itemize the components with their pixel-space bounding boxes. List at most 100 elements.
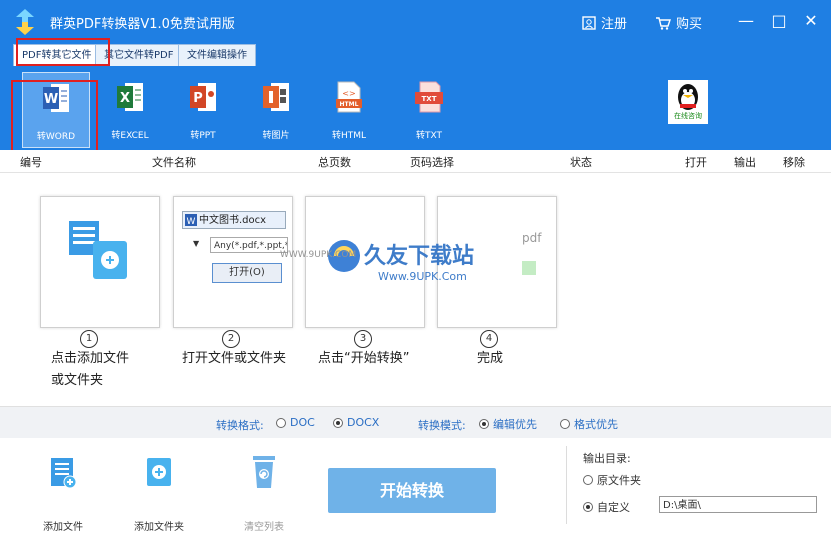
register-label: 注册 <box>601 17 628 32</box>
dialog-filename: 中文图书.docx <box>182 211 286 229</box>
html-icon: <> HTML <box>336 81 362 113</box>
add-file-folder-icon <box>69 221 127 279</box>
output-title: 输出目录: <box>583 452 631 465</box>
add-folder-icon <box>147 458 171 486</box>
mode-format-first-radio[interactable]: 格式优先 <box>560 416 618 432</box>
qq-penguin-icon <box>678 84 698 110</box>
tab-file-edit[interactable]: 文件编辑操作 <box>178 44 256 66</box>
file-list-header: 编号 文件名称 总页数 页码选择 状态 打开 输出 移除 <box>0 150 831 173</box>
convert-image-button[interactable]: 转图片 <box>243 72 309 146</box>
word-highlight-frame <box>11 80 98 155</box>
txt-icon: TXT <box>415 81 443 113</box>
mode-edit-first-radio[interactable]: 编辑优先 <box>479 416 537 432</box>
mode-format-first-label: 格式优先 <box>574 418 618 431</box>
step-number-2: 2 <box>222 330 240 348</box>
radio-dot <box>276 417 286 428</box>
maximize-button[interactable]: □ <box>766 8 792 34</box>
step-text-3: 点击“开始转换” <box>318 351 410 366</box>
format-label: 转换格式: <box>216 419 264 432</box>
online-consult-button[interactable]: 在线咨询 <box>668 80 708 124</box>
convert-txt-label: 转TXT <box>415 131 442 141</box>
output-path-input[interactable]: D:\桌面\ <box>659 496 817 513</box>
minimize-button[interactable]: — <box>733 8 759 34</box>
add-folder-button[interactable]: 添加文件夹 <box>124 454 194 533</box>
register-button[interactable]: 注册 <box>582 13 627 32</box>
convert-ppt-label: 转PPT <box>190 131 216 141</box>
tab-bar: PDF转其它文件 其它文件转PDF 文件编辑操作 <box>0 38 831 66</box>
step-text-2: 打开文件或文件夹 <box>182 351 287 366</box>
register-icon <box>582 15 596 30</box>
format-docx-label: DOCX <box>347 416 380 429</box>
buy-button[interactable]: 购买 <box>655 13 702 32</box>
radio-dot <box>560 419 570 429</box>
app-title: 群英PDF转换器V1.0免费试用版 <box>50 17 235 32</box>
step-number-1: 1 <box>80 330 98 348</box>
docx-file-icon: W <box>185 214 197 226</box>
step-text-4: 完成 <box>477 351 504 366</box>
mode-edit-first-label: 编辑优先 <box>493 418 537 431</box>
convert-txt-button[interactable]: TXT 转TXT <box>396 72 462 146</box>
format-docx-radio[interactable]: DOCX <box>333 416 379 429</box>
col-total-pages: 总页数 <box>318 156 351 169</box>
convert-ppt-button[interactable]: P 转PPT <box>170 72 236 146</box>
highlight-frame <box>16 38 110 66</box>
convert-html-button[interactable]: <> HTML 转HTML <box>316 72 382 146</box>
radio-dot-selected <box>583 502 593 512</box>
step-card-open: 中文图书.docx W ▼ Any(*.pdf,*.ppt,* 打开(O) <box>173 196 293 328</box>
output-custom-label: 自定义 <box>597 501 630 514</box>
add-file-icon <box>51 458 77 489</box>
trash-icon <box>253 456 275 488</box>
output-original-radio[interactable]: 原文件夹 <box>583 472 641 488</box>
clear-list-label: 清空列表 <box>244 522 284 533</box>
svg-text:P: P <box>193 91 203 106</box>
col-filename: 文件名称 <box>152 156 196 169</box>
step-card-add[interactable] <box>40 196 160 328</box>
svg-text:TXT: TXT <box>422 95 437 103</box>
online-consult-label: 在线咨询 <box>674 112 702 120</box>
watermark-url: Www.9UPK.Com <box>378 270 467 283</box>
col-status: 状态 <box>570 156 592 169</box>
col-remove: 移除 <box>783 156 805 169</box>
step-text-1: 点击添加文件 <box>51 351 130 366</box>
start-convert-button[interactable]: 开始转换 <box>328 468 496 513</box>
svg-text:HTML: HTML <box>340 101 359 108</box>
col-open: 打开 <box>685 156 707 169</box>
app-logo-icon <box>16 9 34 35</box>
dialog-filter: Any(*.pdf,*.ppt,* <box>210 237 288 253</box>
add-file-button[interactable]: 添加文件 <box>28 454 98 533</box>
convert-excel-label: 转EXCEL <box>111 131 149 141</box>
ppt-icon: P <box>190 83 216 111</box>
col-number: 编号 <box>20 156 42 169</box>
clear-list-button[interactable]: 清空列表 <box>229 454 299 533</box>
svg-text:X: X <box>120 91 130 106</box>
step-text-1b: 或文件夹 <box>51 373 104 388</box>
radio-dot-selected <box>479 419 489 429</box>
convert-html-label: 转HTML <box>331 131 367 141</box>
output-original-label: 原文件夹 <box>597 474 641 487</box>
svg-text:W: W <box>187 217 196 226</box>
convert-excel-button[interactable]: X 转EXCEL <box>97 72 163 146</box>
radio-dot-selected <box>333 417 343 428</box>
step-number-3: 3 <box>354 330 372 348</box>
add-folder-label: 添加文件夹 <box>134 522 184 533</box>
col-page-select: 页码选择 <box>410 156 454 169</box>
output-custom-radio[interactable]: 自定义 <box>583 499 630 515</box>
col-output: 输出 <box>734 156 756 169</box>
buy-label: 购买 <box>676 17 703 32</box>
close-button[interactable]: ✕ <box>798 8 824 34</box>
options-bar: 转换格式: DOC DOCX 转换模式: 编辑优先 格式优先 <box>0 406 831 439</box>
watermark: 久友下载站 Www.9UPK.Com WWW.9UPK.COM <box>280 230 540 294</box>
add-file-label: 添加文件 <box>43 522 83 533</box>
dialog-dropdown-arrow-icon: ▼ <box>193 239 200 248</box>
convert-image-label: 转图片 <box>262 131 290 141</box>
convert-toolbar: W 转WORD X 转EXCEL P 转PPT 转图片 <> HTML 转HTML… <box>0 66 831 150</box>
output-panel: 输出目录: 原文件夹 自定义 D:\桌面\ <box>566 446 831 524</box>
dialog-open-button: 打开(O) <box>212 263 282 283</box>
step-number-4: 4 <box>480 330 498 348</box>
radio-dot <box>583 475 593 485</box>
cart-icon <box>656 16 671 30</box>
svg-text:<>: <> <box>342 89 355 98</box>
watermark-brand: 久友下载站 <box>364 244 475 269</box>
format-doc-radio[interactable]: DOC <box>276 416 315 429</box>
format-doc-label: DOC <box>290 416 315 429</box>
